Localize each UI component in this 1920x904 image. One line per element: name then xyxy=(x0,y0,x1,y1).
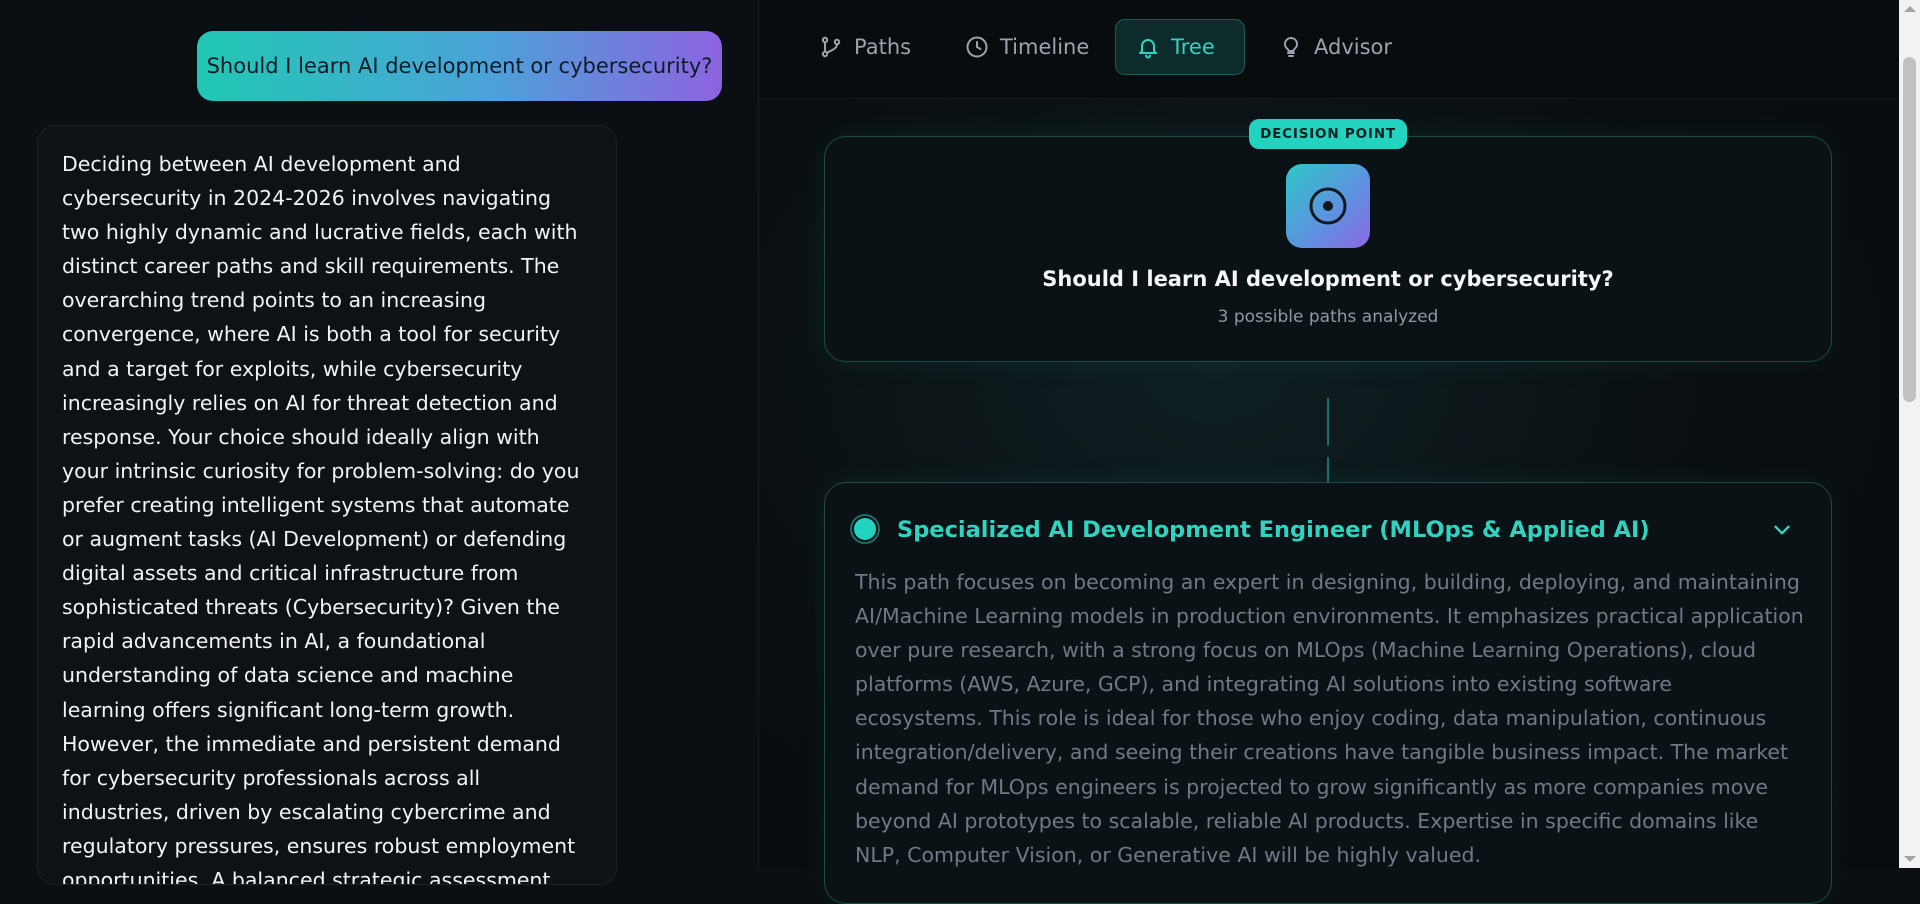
chat-pane: Should I learn AI development or cyberse… xyxy=(0,0,759,885)
decision-tree-canvas: DECISION POINT Should I learn AI develop… xyxy=(759,99,1899,904)
chevron-down-icon[interactable] xyxy=(1769,517,1795,543)
assistant-message: Deciding between AI development and cybe… xyxy=(37,125,617,885)
tab-timeline[interactable]: Timeline xyxy=(945,19,1109,75)
assistant-message-text: Deciding between AI development and cybe… xyxy=(62,152,580,885)
user-message-bubble: Should I learn AI development or cyberse… xyxy=(197,31,722,101)
tree-connector xyxy=(1327,398,1329,446)
tab-tree[interactable]: Tree xyxy=(1115,19,1245,75)
tab-timeline-label: Timeline xyxy=(1000,35,1090,59)
decision-point-card: DECISION POINT Should I learn AI develop… xyxy=(824,119,1832,362)
path-description: This path focuses on becoming an expert … xyxy=(855,570,1804,867)
tab-advisor[interactable]: Advisor xyxy=(1259,19,1412,75)
path-title: Specialized AI Development Engineer (MLO… xyxy=(897,517,1650,543)
clock-icon xyxy=(966,36,988,58)
lightbulb-icon xyxy=(1283,36,1299,57)
tree-connector xyxy=(1327,457,1329,482)
path-card[interactable]: Specialized AI Development Engineer (MLO… xyxy=(824,482,1832,904)
scroll-up-arrow[interactable] xyxy=(1904,6,1916,12)
path-status-dot xyxy=(850,514,880,544)
scrollbar-thumb[interactable] xyxy=(1903,57,1916,402)
tab-paths-label: Paths xyxy=(854,35,912,59)
tab-advisor-label: Advisor xyxy=(1314,35,1393,59)
decision-point-badge: DECISION POINT xyxy=(1249,119,1407,149)
git-branch-icon xyxy=(821,36,841,58)
scroll-down-arrow[interactable] xyxy=(1904,856,1916,862)
view-tabs: Paths Timeline Tree Advisor xyxy=(759,0,1899,99)
user-message-text: Should I learn AI development or cyberse… xyxy=(206,54,713,78)
decision-question: Should I learn AI development or cyberse… xyxy=(1042,267,1614,291)
paths-analyzed-count: 3 possible paths analyzed xyxy=(1217,307,1439,327)
tab-paths[interactable]: Paths xyxy=(799,19,931,75)
tab-tree-label: Tree xyxy=(1171,35,1215,59)
bell-icon xyxy=(1139,39,1157,59)
target-icon xyxy=(1286,164,1370,248)
analysis-pane: Paths Timeline Tree Advisor DECISION POI… xyxy=(759,0,1899,904)
